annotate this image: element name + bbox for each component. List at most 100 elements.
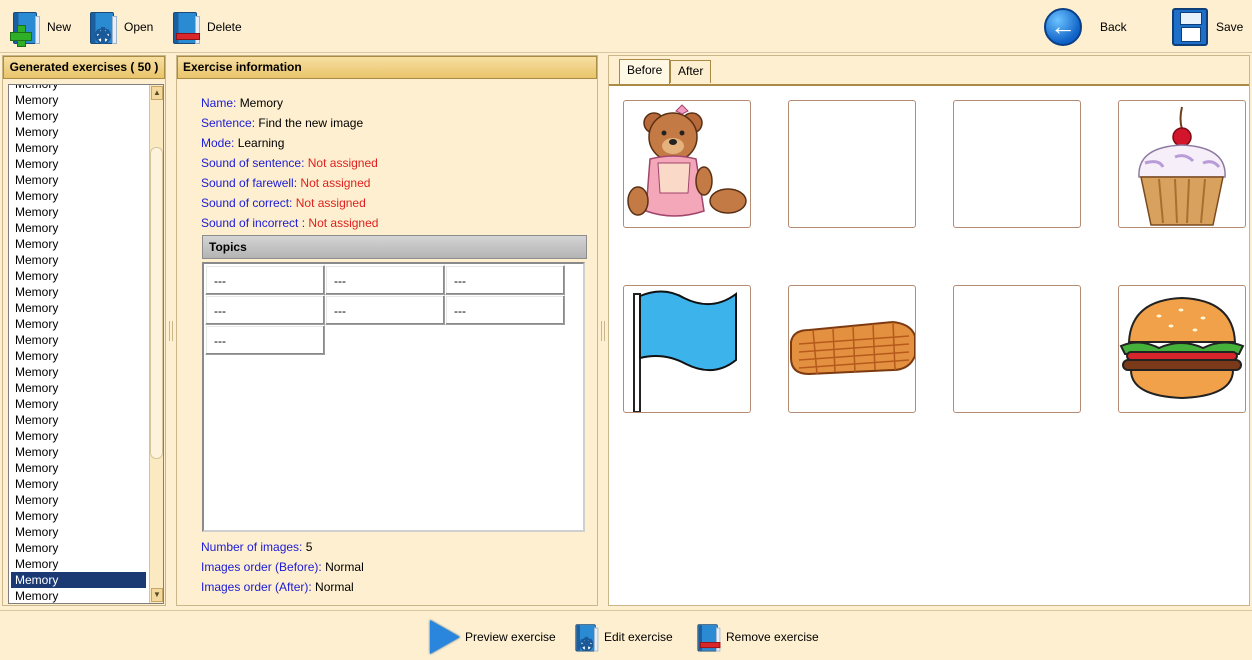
image-tile-empty[interactable] (788, 100, 916, 228)
exercise-list-item[interactable]: Memory (11, 364, 146, 380)
new-button[interactable]: New (9, 6, 71, 48)
save-button[interactable]: Save (1172, 6, 1243, 48)
left-splitter[interactable] (167, 55, 175, 606)
exercise-list-item[interactable]: Memory (11, 140, 146, 156)
toolbar: New Open Delete ← Back Save (0, 0, 1252, 53)
flag-icon (633, 290, 737, 412)
topic-cell[interactable]: --- (325, 265, 445, 295)
image-tile-flag[interactable] (623, 285, 751, 413)
cupcake-icon (1138, 106, 1226, 226)
topic-cell[interactable]: --- (445, 265, 565, 295)
scrollbar-thumb[interactable] (150, 147, 163, 459)
exercise-list-item[interactable]: Memory (11, 396, 146, 412)
num-images-value: 5 (305, 540, 313, 554)
remove-exercise-button[interactable]: Remove exercise (694, 619, 819, 655)
teddy-bear-icon (627, 104, 747, 217)
order-after-value: Normal (315, 580, 354, 594)
name-value: Memory (239, 96, 284, 110)
exercise-list-item[interactable]: Memory (11, 124, 146, 140)
exercise-list-item[interactable]: Memory (11, 188, 146, 204)
info-mode-row: Mode: Learning (201, 136, 284, 150)
exercise-list-item[interactable]: Memory (11, 540, 146, 556)
open-label: Open (124, 20, 154, 34)
remove-book-icon (694, 621, 723, 653)
tab-before[interactable]: Before (619, 59, 671, 84)
mode-value: Learning (237, 136, 285, 150)
info-num-images-row: Number of images: 5 (201, 540, 312, 554)
topic-cell[interactable]: --- (205, 265, 325, 295)
exercise-list-item[interactable]: Memory (11, 156, 146, 172)
topics-header: Topics (202, 235, 587, 259)
image-tile-hamburger[interactable] (1118, 285, 1246, 413)
new-label: New (47, 20, 72, 34)
preview-exercise-button[interactable]: Preview exercise (430, 619, 556, 655)
preview-exercise-label: Preview exercise (465, 630, 556, 644)
exercise-list-item[interactable]: Memory (11, 316, 146, 332)
exercise-list-item[interactable]: Memory (11, 236, 146, 252)
delete-book-icon (169, 8, 203, 46)
mode-key: Mode: (201, 136, 235, 150)
delete-button[interactable]: Delete (169, 6, 242, 48)
images-panel: Before After (608, 55, 1250, 606)
exercise-list-item[interactable]: Memory (11, 476, 146, 492)
topic-cell[interactable]: --- (205, 325, 325, 355)
info-sound-incorrect-row: Sound of incorrect : Not assigned (201, 216, 378, 230)
open-button[interactable]: Open (86, 6, 153, 48)
topic-cell[interactable]: --- (205, 295, 325, 325)
exercise-list-item[interactable]: Memory (11, 556, 146, 572)
exercise-list-item[interactable]: Memory (11, 588, 146, 603)
topics-grid: --- --- --- --- --- --- --- (202, 262, 585, 532)
exercise-list-item[interactable]: Memory (11, 268, 146, 284)
exercise-list-item[interactable]: Memory (11, 380, 146, 396)
exercise-list-item[interactable]: Memory (11, 300, 146, 316)
remove-exercise-label: Remove exercise (726, 630, 819, 644)
exercise-list-item[interactable]: Memory (11, 204, 146, 220)
exercise-list-item[interactable]: Memory (11, 284, 146, 300)
sound-farewell-key: Sound of farewell: (201, 176, 298, 190)
save-label: Save (1216, 20, 1244, 34)
exercise-list-item[interactable]: Memory (11, 85, 146, 92)
image-tile-blanket[interactable] (788, 285, 916, 413)
exercise-list-item[interactable]: Memory (11, 220, 146, 236)
exercise-list-item[interactable]: Memory (11, 492, 146, 508)
exercise-list-item[interactable]: Memory (11, 444, 146, 460)
tab-after[interactable]: After (670, 60, 712, 83)
exercise-list-item[interactable]: Memory (11, 428, 146, 444)
scroll-down-icon[interactable]: ▼ (151, 588, 163, 602)
exercise-list-item[interactable]: Memory (11, 92, 146, 108)
back-label: Back (1100, 20, 1127, 34)
topic-cell[interactable]: --- (445, 295, 565, 325)
exercise-list-item[interactable]: Memory (11, 412, 146, 428)
image-tile-empty[interactable] (953, 285, 1081, 413)
sound-sentence-value: Not assigned (307, 156, 378, 170)
order-before-value: Normal (325, 560, 364, 574)
blanket-icon (790, 320, 915, 376)
image-tile-cupcake[interactable] (1118, 100, 1246, 228)
back-button[interactable]: ← Back (1044, 6, 1127, 48)
scroll-up-icon[interactable]: ▲ (151, 86, 163, 100)
exercise-list-item[interactable]: Memory (11, 108, 146, 124)
sound-correct-value: Not assigned (295, 196, 366, 210)
exercise-list-item[interactable]: Memory (11, 348, 146, 364)
info-sound-correct-row: Sound of correct: Not assigned (201, 196, 366, 210)
exercise-list[interactable]: Memory Memory Memory Memory Memory Memory Memo… (8, 84, 164, 604)
image-tile-empty[interactable] (953, 100, 1081, 228)
sound-incorrect-value: Not assigned (308, 216, 379, 230)
info-sound-farewell-row: Sound of farewell: Not assigned (201, 176, 370, 190)
topic-cell[interactable]: --- (325, 295, 445, 325)
exercise-list-item[interactable]: Memory (11, 508, 146, 524)
exercise-list-item[interactable]: Memory (11, 332, 146, 348)
edit-exercise-label: Edit exercise (604, 630, 673, 644)
sentence-key: Sentence: (201, 116, 256, 130)
name-key: Name: (201, 96, 237, 110)
right-splitter[interactable] (599, 55, 607, 606)
exercise-list-item[interactable]: Memory (11, 252, 146, 268)
list-scrollbar[interactable]: ▲ ▼ (149, 85, 163, 603)
edit-exercise-button[interactable]: Edit exercise (572, 619, 673, 655)
exercise-list-item[interactable]: Memory (11, 460, 146, 476)
image-tile-teddy-bear[interactable] (623, 100, 751, 228)
exercise-list-item[interactable]: Memory (11, 572, 146, 588)
exercise-list-item[interactable]: Memory (11, 524, 146, 540)
exercise-list-item[interactable]: Memory (11, 172, 146, 188)
sound-farewell-value: Not assigned (300, 176, 371, 190)
